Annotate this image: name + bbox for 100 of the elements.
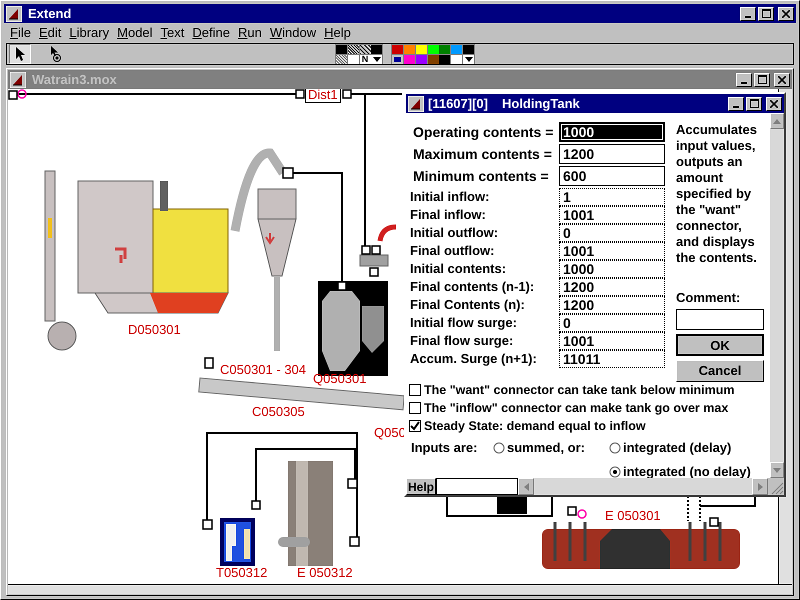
port-icon <box>369 267 379 277</box>
radio-button[interactable] <box>609 442 621 454</box>
field-label: Initial contents: <box>409 260 508 278</box>
horizontal-scrollbar[interactable] <box>8 584 792 594</box>
input-field[interactable]: 1 <box>559 188 665 206</box>
maximize-button[interactable] <box>754 72 770 86</box>
input-field[interactable]: 1200 <box>559 296 665 314</box>
app-icon[interactable] <box>10 72 26 88</box>
minimize-button[interactable] <box>728 96 744 110</box>
menu-item[interactable]: Model <box>113 23 157 43</box>
app-icon[interactable] <box>408 96 424 112</box>
input-field[interactable]: 1001 <box>559 206 665 224</box>
scroll-up-icon[interactable] <box>770 113 784 129</box>
menu-item[interactable]: Define <box>188 23 234 43</box>
input-field[interactable]: 11011 <box>559 350 665 368</box>
field-label: Initial inflow: <box>409 188 490 206</box>
field-label: Accum. Surge (n+1): <box>409 350 538 368</box>
close-button[interactable] <box>774 72 790 86</box>
equipment-label: T050312 <box>216 565 268 580</box>
cancel-button[interactable]: Cancel <box>676 360 764 382</box>
checkbox[interactable] <box>409 402 421 414</box>
color-swatch[interactable] <box>392 55 403 64</box>
menu-item[interactable]: Help <box>320 23 355 43</box>
vertical-scrollbar[interactable] <box>770 113 784 478</box>
input-field[interactable]: 1001 <box>559 242 665 260</box>
field-label: Final contents (n-1): <box>409 278 536 296</box>
close-icon <box>782 10 790 18</box>
document-title: Watrain3.mox <box>32 70 117 89</box>
color-swatch[interactable] <box>392 45 403 54</box>
pattern-swatch[interactable] <box>360 45 370 54</box>
pattern-swatch[interactable] <box>348 45 359 54</box>
menu-item[interactable]: Window <box>266 23 320 43</box>
checkbox-label: Steady State: demand equal to inflow <box>424 418 646 435</box>
menu-item[interactable]: Library <box>65 23 114 43</box>
menu-item[interactable]: File <box>6 23 35 43</box>
color-swatch[interactable] <box>451 55 462 64</box>
minimize-button[interactable] <box>736 72 752 86</box>
help-button[interactable]: Help <box>406 478 436 495</box>
color-swatch[interactable] <box>428 45 439 54</box>
equipment-label: E 050301 <box>605 508 661 523</box>
close-icon <box>778 76 786 84</box>
field-label: Maximum contents = <box>412 144 553 164</box>
radio-label: summed, or: <box>507 439 586 458</box>
input-field[interactable]: 1001 <box>559 332 665 350</box>
color-swatch[interactable] <box>416 55 427 64</box>
color-swatch[interactable] <box>416 45 427 54</box>
checkbox[interactable] <box>409 420 421 432</box>
radio-button[interactable] <box>609 466 621 478</box>
field-label: Final Contents (n): <box>409 296 526 314</box>
input-field[interactable]: 1200 <box>559 144 665 164</box>
color-swatch[interactable] <box>439 45 450 54</box>
close-button[interactable] <box>778 6 794 20</box>
color-swatch[interactable] <box>439 55 450 64</box>
app-icon[interactable] <box>6 6 22 22</box>
color-swatch[interactable] <box>451 45 462 54</box>
pointer-icon <box>15 47 25 61</box>
ok-button[interactable]: OK <box>676 334 764 356</box>
tank-drawing <box>220 518 255 566</box>
radio-button[interactable] <box>493 442 505 454</box>
menu-item[interactable]: Edit <box>34 23 66 43</box>
input-field[interactable]: 600 <box>559 166 665 186</box>
color-swatch[interactable] <box>428 55 439 64</box>
close-button[interactable] <box>766 96 782 110</box>
input-field[interactable]: 1200 <box>559 278 665 296</box>
pattern-swatch[interactable] <box>336 55 347 64</box>
menu-item[interactable]: Run <box>234 23 266 43</box>
window-title: Extend <box>28 4 72 23</box>
scroll-down-icon[interactable] <box>770 462 784 478</box>
tool-button[interactable] <box>9 44 31 64</box>
color-swatch[interactable] <box>404 45 415 54</box>
pattern-swatch[interactable] <box>371 45 382 54</box>
minimize-icon <box>741 82 747 84</box>
pattern-swatch[interactable]: N <box>360 55 370 64</box>
scroll-right-icon[interactable] <box>752 478 768 495</box>
checkbox[interactable] <box>409 384 421 396</box>
maximize-icon <box>758 75 766 84</box>
input-field[interactable]: 1000 <box>559 260 665 278</box>
input-field[interactable]: 0 <box>559 314 665 332</box>
color-swatch[interactable] <box>463 45 474 54</box>
minimize-button[interactable] <box>740 6 756 20</box>
help-field[interactable] <box>436 478 518 495</box>
comment-field[interactable] <box>676 308 764 330</box>
horizontal-scrollbar[interactable] <box>518 478 768 495</box>
menu-item[interactable]: Text <box>156 23 188 43</box>
input-field[interactable]: 0 <box>559 224 665 242</box>
pattern-swatch[interactable] <box>336 45 347 54</box>
port-icon <box>204 357 214 369</box>
port-icon <box>202 519 213 530</box>
block-label: Dist1 <box>305 89 341 103</box>
maximize-button[interactable] <box>758 6 774 20</box>
color-swatch[interactable] <box>404 55 415 64</box>
mixer-drawing <box>360 254 388 266</box>
maximize-button[interactable] <box>746 96 762 110</box>
input-field[interactable]: 1000 <box>559 122 665 142</box>
scroll-left-icon[interactable] <box>518 478 534 495</box>
dropdown-icon[interactable] <box>463 55 474 64</box>
port-icon <box>567 506 577 516</box>
field-label: Final flow surge: <box>409 332 514 350</box>
dropdown-icon[interactable] <box>371 55 382 64</box>
pattern-swatch[interactable] <box>348 55 359 64</box>
